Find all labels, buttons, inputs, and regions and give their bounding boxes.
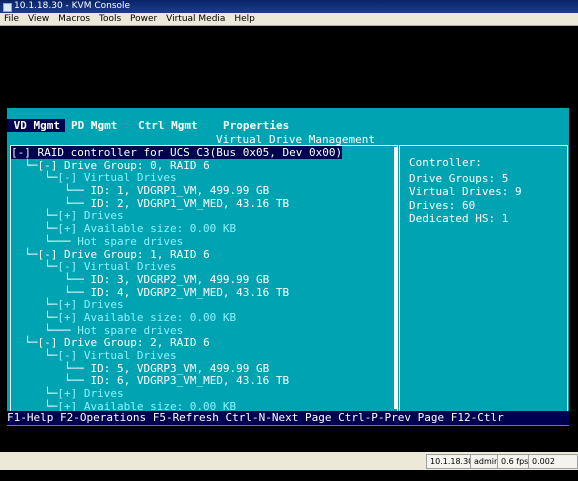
raid-config-utility: VD Mgmt PD Mgmt Ctrl Mgmt Properties Vir… (7, 108, 569, 426)
tab-bar: VD Mgmt PD Mgmt Ctrl Mgmt Properties (7, 119, 569, 132)
tab-properties[interactable]: Properties (223, 119, 289, 132)
menu-power[interactable]: Power (130, 14, 157, 24)
tree-row[interactable]: └── ID: 1, VDGRP1_VM, 499.99 GB (11, 184, 397, 197)
tree-node-label: [+] Available size: 0.00 KB (57, 310, 237, 324)
drive-groups-count: Drive Groups: 5 (409, 171, 509, 185)
tree-branch-lines: └── (11, 361, 91, 375)
tree-node-label: [-] Drive Group: 2, RAID 6 (37, 336, 210, 350)
tree-row[interactable]: └─[-] Virtual Drives (11, 349, 397, 362)
tree-node-label: [-] Drive Group: 0, RAID 6 (37, 158, 210, 172)
tree-branch-lines: └─ (11, 349, 58, 362)
tree-row[interactable]: └─[+] Drives (11, 298, 397, 311)
tree-row[interactable]: └── ID: 2, VDGRP1_VM_MED, 43.16 TB (11, 197, 397, 210)
window-titlebar: 10.1.18.30 - KVM Console (0, 0, 578, 13)
tree-row[interactable]: └── ID: 3, VDGRP2_VM, 499.99 GB (11, 273, 397, 286)
tree-branch-lines: └─ (11, 247, 38, 261)
drives-count: Drives: 60 (409, 198, 476, 212)
tree-node-label: ID: 4, VDGRP2_VM_MED, 43.16 TB (90, 285, 290, 299)
tree-branch-lines: └── (11, 272, 91, 286)
shortcut-bar: F1-Help F2-Operations F5-Refresh Ctrl-N-… (7, 411, 569, 425)
tree-node-label: ID: 1, VDGRP1_VM, 499.99 GB (90, 184, 270, 198)
tab-ctrl-mgmt[interactable]: Ctrl Mgmt (138, 119, 198, 132)
tree-node-label: [+] Available size: 0.00 KB (57, 222, 237, 236)
tree-branch-lines: └─ (11, 310, 58, 324)
tree-node-label: ID: 2, VDGRP1_VM_MED, 43.16 TB (90, 196, 290, 210)
tree-branch-lines: └─ (11, 209, 58, 223)
tree-row[interactable]: └─[-] Drive Group: 2, RAID 6 (11, 336, 397, 349)
drive-tree-pane: [-] RAID controller for UCS C3(Bus 0x05,… (10, 145, 398, 413)
menu-tools[interactable]: Tools (99, 14, 121, 24)
kvm-status-bar: 10.1.18.30 admin 0.6 fps 0.002 KB/s (0, 452, 578, 479)
tree-row[interactable]: └─[+] Drives (11, 387, 397, 400)
tree-node-label: Hot spare drives (77, 234, 184, 248)
tree-node-label: [-] RAID controller for UCS C3(Bus 0x05,… (11, 146, 343, 159)
menu-view[interactable]: View (28, 14, 49, 24)
tree-branch-lines: └─ (11, 222, 58, 236)
menu-file[interactable]: File (4, 14, 19, 24)
tree-branch-lines: └─── (11, 234, 78, 248)
drive-tree: [-] RAID controller for UCS C3(Bus 0x05,… (11, 146, 397, 413)
tree-branch-lines: └─ (11, 298, 58, 312)
tree-row[interactable]: [-] RAID controller for UCS C3(Bus 0x05,… (11, 146, 397, 159)
tree-branch-lines: └─ (11, 387, 58, 401)
tab-pd-mgmt[interactable]: PD Mgmt (71, 119, 117, 132)
tree-node-label: [+] Drives (57, 209, 124, 223)
tree-row[interactable]: └─── Hot spare drives (11, 324, 397, 337)
scrollbar-thumb[interactable] (394, 147, 398, 409)
menu-macros[interactable]: Macros (58, 14, 90, 24)
menu-bar: File View Macros Tools Power Virtual Med… (0, 13, 578, 26)
tree-node-label: [+] Drives (57, 387, 124, 401)
tree-branch-lines: └── (11, 196, 91, 210)
tree-branch-lines: └─ (11, 158, 38, 172)
tree-node-label: [-] Virtual Drives (57, 171, 177, 185)
virtual-drives-count: Virtual Drives: 9 (409, 185, 522, 198)
tree-row[interactable]: └─[+] Drives (11, 209, 397, 222)
tree-branch-lines: └─── (11, 323, 78, 337)
tree-row[interactable]: └─── Hot spare drives (11, 235, 397, 248)
kvm-console-screen[interactable]: VD Mgmt PD Mgmt Ctrl Mgmt Properties Vir… (0, 26, 578, 452)
tree-row[interactable]: └─[+] Available size: 0.00 KB (11, 311, 397, 324)
dedicated-hs-count: Dedicated HS: 1 (409, 212, 509, 225)
tree-row[interactable]: └── ID: 4, VDGRP2_VM_MED, 43.16 TB (11, 286, 397, 299)
tree-node-label: [-] Drive Group: 1, RAID 6 (37, 247, 210, 261)
tree-node-label: ID: 6, VDGRP3_VM_MED, 43.16 TB (90, 374, 290, 388)
app-icon (3, 3, 12, 12)
tree-row[interactable]: └─[-] Drive Group: 1, RAID 6 (11, 248, 397, 261)
tree-node-label: [+] Drives (57, 298, 124, 312)
tree-row[interactable]: └─[-] Virtual Drives (11, 260, 397, 273)
tree-node-label: ID: 5, VDGRP3_VM, 499.99 GB (90, 361, 270, 375)
tree-branch-lines: └── (11, 184, 91, 198)
menu-help[interactable]: Help (234, 14, 255, 24)
tree-row[interactable]: └─[-] Virtual Drives (11, 171, 397, 184)
tree-branch-lines: └─ (11, 260, 58, 274)
tree-row[interactable]: └── ID: 5, VDGRP3_VM, 499.99 GB (11, 362, 397, 375)
tree-node-label: ID: 3, VDGRP2_VM, 499.99 GB (90, 272, 270, 286)
tree-node-label: [-] Virtual Drives (57, 349, 177, 362)
status-rate: 0.002 KB/s (528, 454, 578, 479)
menu-virtual-media[interactable]: Virtual Media (166, 14, 225, 24)
controller-info-pane: Controller: Drive Groups: 5 Virtual Driv… (399, 145, 568, 413)
tree-row[interactable]: └─[-] Drive Group: 0, RAID 6 (11, 159, 397, 172)
tree-row[interactable]: └── ID: 6, VDGRP3_VM_MED, 43.16 TB (11, 374, 397, 387)
tree-node-label: Hot spare drives (77, 323, 184, 337)
tree-branch-lines: └── (11, 374, 91, 388)
controller-heading: Controller: (409, 156, 482, 169)
tree-branch-lines: └─ (11, 171, 58, 185)
tree-row[interactable]: └─[+] Available size: 0.00 KB (11, 222, 397, 235)
tree-branch-lines: └─ (11, 336, 38, 350)
tab-vd-mgmt[interactable]: VD Mgmt (7, 119, 65, 132)
tree-branch-lines: └── (11, 285, 91, 299)
window-title: 10.1.18.30 - KVM Console (14, 1, 131, 11)
tree-node-label: [-] Virtual Drives (57, 260, 177, 274)
